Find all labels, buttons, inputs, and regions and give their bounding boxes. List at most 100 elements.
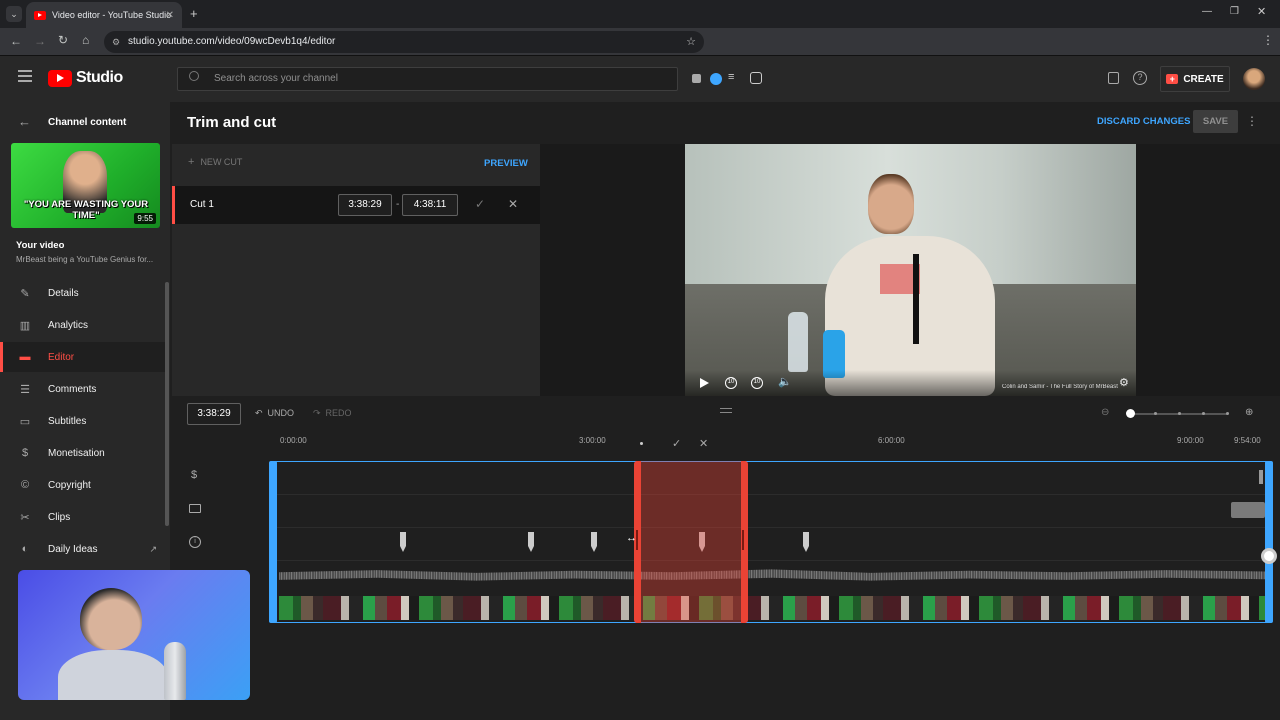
browser-toolbar: ← → ↻ ⌂ ⚙ studio.youtube.com/video/09wcD… bbox=[0, 28, 1280, 75]
create-button[interactable]: + CREATE bbox=[1160, 66, 1230, 92]
plus-icon: + bbox=[188, 156, 195, 168]
redo-button[interactable]: ↷ REDO bbox=[313, 408, 352, 419]
cut-start-input[interactable]: 3:38:29 bbox=[338, 194, 392, 216]
sidebar-item-comments[interactable]: ☰ Comments bbox=[0, 374, 165, 404]
sidebar-item-monetisation[interactable]: $ Monetisation bbox=[0, 438, 165, 468]
info-cards-track-icon: i bbox=[189, 536, 201, 548]
sidebar-item-subtitles[interactable]: ▭ Subtitles bbox=[0, 406, 165, 436]
cancel-cut-icon[interactable]: ✕ bbox=[508, 197, 518, 211]
resize-cursor-icon: ↔ bbox=[626, 532, 637, 544]
confirm-trim-icon[interactable]: ✓ bbox=[672, 437, 681, 450]
sidebar-item-daily-ideas[interactable]: ◐ Daily Ideas ↗ bbox=[0, 534, 165, 564]
sidebar-item-label: Analytics bbox=[48, 319, 89, 331]
create-label: CREATE bbox=[1183, 73, 1224, 85]
playhead[interactable] bbox=[640, 442, 643, 445]
url-bar[interactable]: ⚙ studio.youtube.com/video/09wcDevb1q4/e… bbox=[104, 31, 704, 53]
play-icon[interactable] bbox=[700, 378, 709, 388]
sidebar-item-label: Copyright bbox=[48, 479, 91, 491]
timeline-scroll-knob[interactable] bbox=[1261, 548, 1277, 564]
more-options-icon[interactable]: ⋮ bbox=[1246, 114, 1258, 128]
new-cut-button[interactable]: + NEW CUT bbox=[188, 156, 243, 168]
new-tab-icon[interactable]: + bbox=[190, 6, 198, 21]
extension-icon[interactable] bbox=[692, 74, 701, 83]
your-video-heading: Your video bbox=[16, 240, 65, 251]
preview-button[interactable]: PREVIEW bbox=[484, 158, 528, 169]
restore-icon[interactable]: ❐ bbox=[1230, 6, 1239, 17]
sidebar-item-clips[interactable]: ✂ Clips bbox=[0, 502, 165, 532]
rewind-10-icon[interactable]: 10 bbox=[725, 377, 737, 389]
cut-region[interactable] bbox=[634, 461, 748, 623]
sidebar-scrollbar[interactable] bbox=[165, 282, 169, 526]
cut-separator: - bbox=[396, 199, 400, 210]
url-text: studio.youtube.com/video/09wcDevb1q4/edi… bbox=[128, 36, 336, 47]
discard-changes-button[interactable]: DISCARD CHANGES bbox=[1097, 116, 1190, 127]
video-thumbnail[interactable]: "YOU ARE WASTING YOUR TIME" 9:55 bbox=[11, 143, 160, 228]
bookmark-star-icon[interactable]: ☆ bbox=[686, 31, 696, 53]
list-icon[interactable]: ≡ bbox=[728, 71, 734, 83]
subtitles-icon: ▭ bbox=[19, 415, 31, 428]
trim-handle-left[interactable] bbox=[269, 461, 277, 623]
sidebar-item-analytics[interactable]: ▥ Analytics bbox=[0, 310, 165, 340]
trim-handle-right[interactable] bbox=[1265, 461, 1273, 623]
zoom-slider-knob[interactable] bbox=[1126, 409, 1135, 418]
undo-button[interactable]: ↶ UNDO bbox=[255, 408, 294, 419]
sidebar-item-label: Comments bbox=[48, 383, 97, 395]
back-icon[interactable]: ← bbox=[10, 34, 22, 48]
help-icon[interactable]: ? bbox=[1133, 71, 1147, 85]
sidebar-item-details[interactable]: ✎ Details bbox=[0, 278, 165, 308]
settings-gear-icon[interactable]: ⚙ bbox=[1119, 376, 1129, 389]
editor-icon: ▬ bbox=[19, 351, 31, 363]
zoom-in-icon[interactable]: ⊕ bbox=[1245, 407, 1253, 418]
sidebar-item-editor[interactable]: ▬ Editor bbox=[0, 342, 165, 372]
cut-end-input[interactable]: 4:38:11 bbox=[402, 194, 458, 216]
zoom-slider[interactable] bbox=[1126, 409, 1229, 418]
end-screen-element[interactable] bbox=[1231, 502, 1265, 518]
channel-content-link[interactable]: Channel content bbox=[48, 117, 126, 128]
page-title: Trim and cut bbox=[187, 114, 277, 131]
youtube-favicon-icon bbox=[34, 10, 46, 20]
extension-icon[interactable] bbox=[750, 72, 762, 84]
tab-list-icon[interactable]: ⌄ bbox=[6, 6, 22, 22]
sidebar-item-copyright[interactable]: © Copyright bbox=[0, 470, 165, 500]
forward-icon[interactable]: → bbox=[34, 34, 46, 48]
back-arrow-icon[interactable]: ← bbox=[18, 114, 31, 129]
cut-name: Cut 1 bbox=[190, 199, 214, 210]
browser-tab-bar: ⌄ Video editor - YouTube Studio ✕ + — ❐ … bbox=[0, 0, 1280, 28]
cancel-trim-icon[interactable]: ✕ bbox=[699, 437, 708, 450]
analytics-icon: ▥ bbox=[19, 319, 31, 332]
account-avatar[interactable] bbox=[1243, 68, 1265, 90]
window-close-icon[interactable]: ✕ bbox=[1257, 5, 1266, 18]
confirm-cut-icon[interactable]: ✓ bbox=[475, 197, 485, 211]
undo-icon: ↶ bbox=[255, 408, 263, 418]
sidebar-item-label: Monetisation bbox=[48, 447, 105, 459]
time-tick-label: 9:54:00 bbox=[1234, 436, 1261, 445]
webcam-overlay bbox=[18, 570, 250, 700]
youtube-logo-icon bbox=[48, 69, 72, 87]
undo-label: UNDO bbox=[267, 408, 295, 418]
video-player[interactable]: 10 10 🔈 Colin and Samir - The Full Story… bbox=[685, 144, 1136, 396]
studio-logo[interactable]: Studio bbox=[48, 69, 123, 87]
reload-icon[interactable]: ↻ bbox=[58, 33, 68, 47]
current-time-input[interactable]: 3:38:29 bbox=[187, 403, 241, 425]
timeline-resize-handle[interactable] bbox=[720, 408, 732, 413]
zoom-out-icon[interactable]: ⊖ bbox=[1101, 407, 1109, 418]
home-icon[interactable]: ⌂ bbox=[82, 33, 89, 47]
volume-icon[interactable]: 🔈 bbox=[778, 375, 792, 388]
end-screen-track-icon bbox=[189, 504, 201, 513]
monetisation-marker bbox=[1259, 470, 1263, 484]
save-button[interactable]: SAVE bbox=[1193, 110, 1238, 133]
minimize-icon[interactable]: — bbox=[1202, 6, 1212, 17]
hamburger-menu-icon[interactable] bbox=[18, 70, 32, 82]
site-info-icon[interactable]: ⚙ bbox=[112, 31, 120, 53]
browser-tab[interactable]: Video editor - YouTube Studio ✕ bbox=[26, 2, 182, 28]
search-input[interactable]: Search across your channel bbox=[177, 67, 678, 91]
browser-menu-icon[interactable]: ⋮ bbox=[1262, 33, 1274, 47]
track-divider bbox=[273, 527, 1269, 528]
video-person bbox=[825, 174, 995, 396]
tab-close-icon[interactable]: ✕ bbox=[166, 10, 174, 21]
feedback-icon[interactable] bbox=[1108, 72, 1119, 84]
new-cut-label: NEW CUT bbox=[200, 157, 243, 167]
forward-10-icon[interactable]: 10 bbox=[751, 377, 763, 389]
monetisation-track-icon: $ bbox=[191, 469, 198, 481]
extension-icon[interactable] bbox=[710, 73, 722, 85]
